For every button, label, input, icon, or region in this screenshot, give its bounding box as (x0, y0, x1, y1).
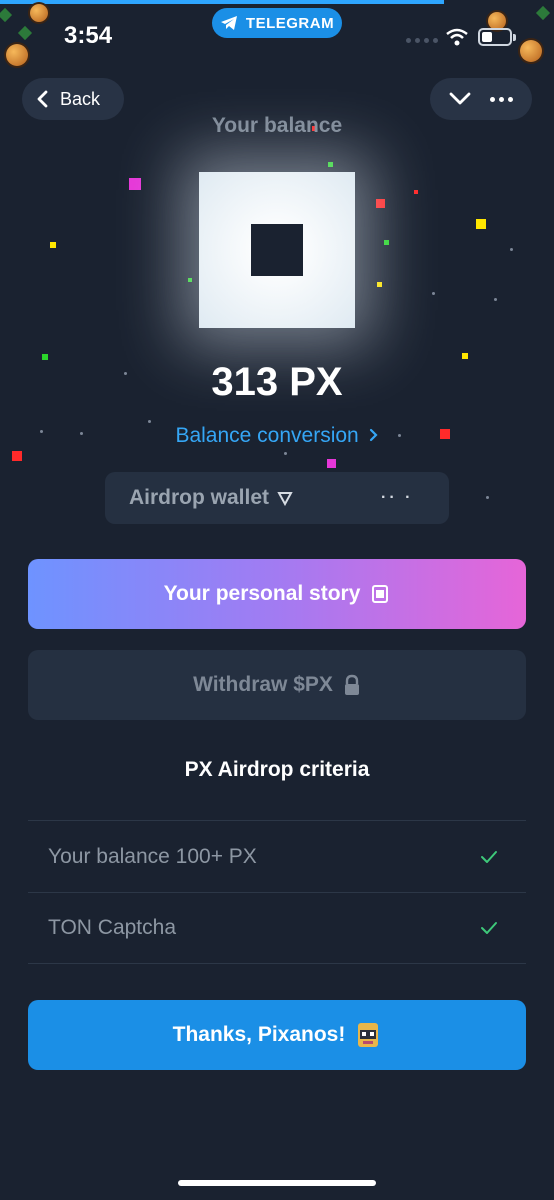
snow-dot (494, 298, 497, 301)
thanks-pixanos-button[interactable]: Thanks, Pixanos! (28, 1000, 526, 1070)
status-bar: 3:54 TELEGRAM (0, 0, 554, 70)
pixel-logo (199, 172, 355, 328)
confetti-piece (50, 242, 56, 248)
telegram-badge[interactable]: TELEGRAM (212, 8, 342, 38)
confetti-piece (377, 282, 382, 287)
balance-conversion-label: Balance conversion (175, 424, 359, 447)
lock-icon (344, 674, 359, 695)
confetti-piece (188, 278, 192, 282)
pine-leaf-icon (535, 5, 551, 21)
ton-icon (277, 492, 293, 506)
check-icon (481, 922, 497, 934)
telegram-badge-label: TELEGRAM (245, 14, 335, 32)
wifi-icon (446, 28, 468, 46)
criteria-list: Your balance 100+ PX TON Captcha (28, 820, 526, 964)
airdrop-wallet-address: ·· · (381, 489, 414, 506)
pine-leaf-icon (17, 25, 33, 41)
battery-tip (513, 34, 516, 41)
confetti-piece (327, 459, 336, 468)
personal-story-button[interactable]: Your personal story (28, 559, 526, 629)
confetti-piece (384, 240, 389, 245)
home-indicator (178, 1180, 376, 1186)
airdrop-criteria-title: PX Airdrop criteria (184, 758, 370, 781)
telegram-icon (220, 16, 237, 30)
confetti-piece (462, 353, 468, 359)
chevron-down-icon[interactable] (449, 92, 471, 106)
thanks-pixanos-label: Thanks, Pixanos! (172, 1023, 346, 1046)
withdraw-button[interactable]: Withdraw $PX (28, 650, 526, 720)
snow-dot (148, 420, 151, 423)
confetti-piece (12, 451, 22, 461)
battery-icon (478, 28, 512, 46)
personal-story-label: Your personal story (163, 582, 361, 605)
criteria-item: TON Captcha (28, 892, 526, 964)
back-label: Back (60, 88, 101, 109)
criteria-item-label: Your balance 100+ PX (48, 844, 257, 868)
snow-dot (284, 452, 287, 455)
confetti-piece (129, 178, 141, 190)
pixel-logo-core (251, 224, 303, 276)
story-icon (372, 585, 389, 603)
confetti-piece (414, 190, 418, 194)
ornament-icon (520, 40, 542, 62)
snow-dot (486, 496, 489, 499)
criteria-item: Your balance 100+ PX (28, 820, 526, 892)
chevron-left-icon (37, 90, 48, 108)
airdrop-wallet[interactable]: Airdrop wallet ·· · (105, 472, 449, 524)
balance-conversion-link[interactable]: Balance conversion (0, 424, 554, 448)
balance-amount: 313 PX (211, 360, 343, 404)
more-icon[interactable] (489, 96, 513, 102)
pixel-character-icon (358, 1023, 379, 1047)
ornament-icon (30, 4, 48, 22)
criteria-item-label: TON Captcha (48, 916, 176, 939)
snow-dot (432, 292, 435, 295)
confetti-piece (328, 162, 333, 167)
confetti-piece (376, 199, 385, 208)
chevron-right-icon (369, 428, 378, 442)
pine-leaf-icon (0, 7, 13, 23)
airdrop-wallet-label: Airdrop wallet (129, 486, 270, 509)
confetti-piece (476, 219, 486, 229)
snow-dot (510, 248, 513, 251)
balance-title: Your balance (211, 114, 343, 137)
ornament-icon (6, 44, 28, 66)
clock: 3:54 (64, 22, 113, 49)
check-icon (481, 850, 497, 863)
withdraw-label: Withdraw $PX (193, 673, 333, 696)
signal-icon (406, 38, 438, 43)
